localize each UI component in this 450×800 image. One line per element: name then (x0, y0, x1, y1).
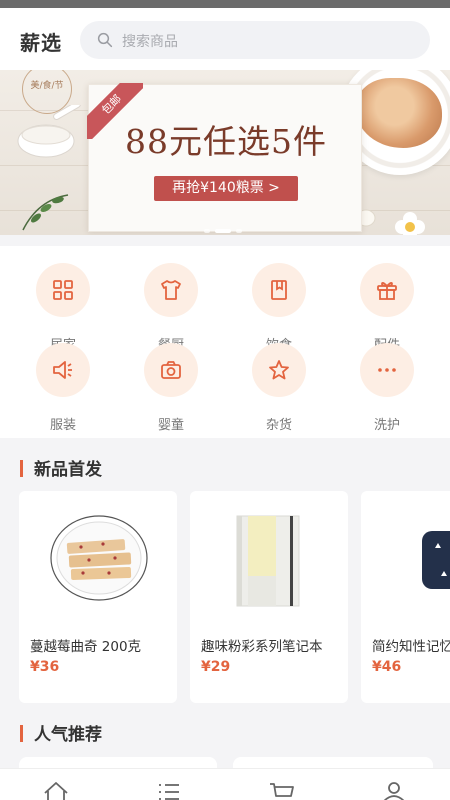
category-icon-bg (252, 263, 306, 317)
book-icon (271, 280, 287, 300)
product-name: 简约知性记忆 (372, 639, 450, 655)
category-icon-bg (252, 343, 306, 397)
product-card[interactable]: 简约知性记忆 ¥46 (361, 491, 450, 703)
category-home[interactable]: 居家 (18, 263, 108, 353)
banner-card: 包邮 88元任选5件 再抢¥140粮票 > (87, 83, 362, 232)
status-bar (0, 0, 450, 8)
brand-title: 薪选 (20, 31, 62, 55)
product-name: 蔓越莓曲奇 200克 (30, 639, 142, 655)
category-baby[interactable]: 婴童 (126, 343, 216, 433)
cart-icon[interactable] (268, 781, 296, 800)
banner-cta-button[interactable]: 再抢¥140粮票 > (154, 176, 298, 201)
promo-banner[interactable]: 美/食/节 包邮 88元任选5件 再抢¥140粮票 > (0, 70, 450, 235)
flower-illustration (395, 212, 425, 235)
category-icon-bg (360, 343, 414, 397)
shirt-icon (161, 280, 181, 300)
bowl-illustration (17, 105, 81, 158)
new-arrivals-title: 新品首发 (20, 455, 102, 480)
category-clothing[interactable]: 服装 (18, 343, 108, 433)
carousel-dot (204, 228, 210, 233)
popular-title: 人气推荐 (20, 720, 102, 745)
category-icon-bg (360, 263, 414, 317)
category-groceries[interactable]: 杂货 (234, 343, 324, 433)
notebook-image (236, 515, 300, 607)
header: 薪选 搜索商品 (0, 8, 450, 70)
banner-headline: 88元任选5件 (125, 122, 327, 161)
star-icon (269, 360, 289, 380)
section-title-text: 新品首发 (34, 460, 102, 480)
section-accent-bar (20, 725, 23, 742)
category-label: 婴童 (157, 418, 184, 433)
megaphone-icon (53, 361, 72, 379)
carousel-dot-active (215, 228, 231, 233)
home-icon[interactable] (42, 781, 70, 800)
search-icon (97, 32, 113, 48)
section-title-text: 人气推荐 (34, 725, 102, 745)
category-icon-bg (36, 343, 90, 397)
grid-icon (53, 280, 73, 300)
section-accent-bar (20, 460, 23, 477)
carousel-indicator (204, 220, 247, 233)
category-icon-bg (144, 263, 198, 317)
category-icon-bg (144, 343, 198, 397)
list-icon[interactable] (155, 781, 183, 800)
search-placeholder: 搜索商品 (122, 34, 178, 50)
product-price: ¥36 (30, 659, 60, 675)
more-icon (378, 368, 396, 372)
product-card[interactable]: 蔓越莓曲奇 200克 ¥36 (19, 491, 177, 703)
gift-icon (377, 281, 397, 300)
category-label: 杂货 (265, 418, 292, 433)
product-price: ¥29 (201, 659, 231, 675)
category-accessories[interactable]: 配件 (342, 263, 432, 353)
leaf-illustration (22, 194, 69, 231)
category-label: 服装 (49, 418, 76, 433)
product-price: ¥46 (372, 659, 402, 675)
carousel-dot (236, 228, 242, 233)
camera-icon (161, 361, 181, 379)
category-icon-bg (36, 263, 90, 317)
category-care[interactable]: 洗护 (342, 343, 432, 433)
category-label: 洗护 (373, 418, 400, 433)
bottom-tab-bar (0, 768, 450, 800)
category-grid: 居家 餐厨 饮食 配件 (0, 246, 450, 438)
search-bar[interactable]: 搜索商品 (80, 21, 430, 59)
product-card[interactable]: 趣味粉彩系列笔记本 ¥29 (190, 491, 348, 703)
pillow-image (422, 531, 450, 589)
category-food[interactable]: 饮食 (234, 263, 324, 353)
category-kitchen[interactable]: 餐厨 (126, 263, 216, 353)
user-icon[interactable] (380, 781, 408, 800)
product-name: 趣味粉彩系列笔记本 (201, 639, 323, 655)
cookie-plate-image (50, 515, 148, 601)
